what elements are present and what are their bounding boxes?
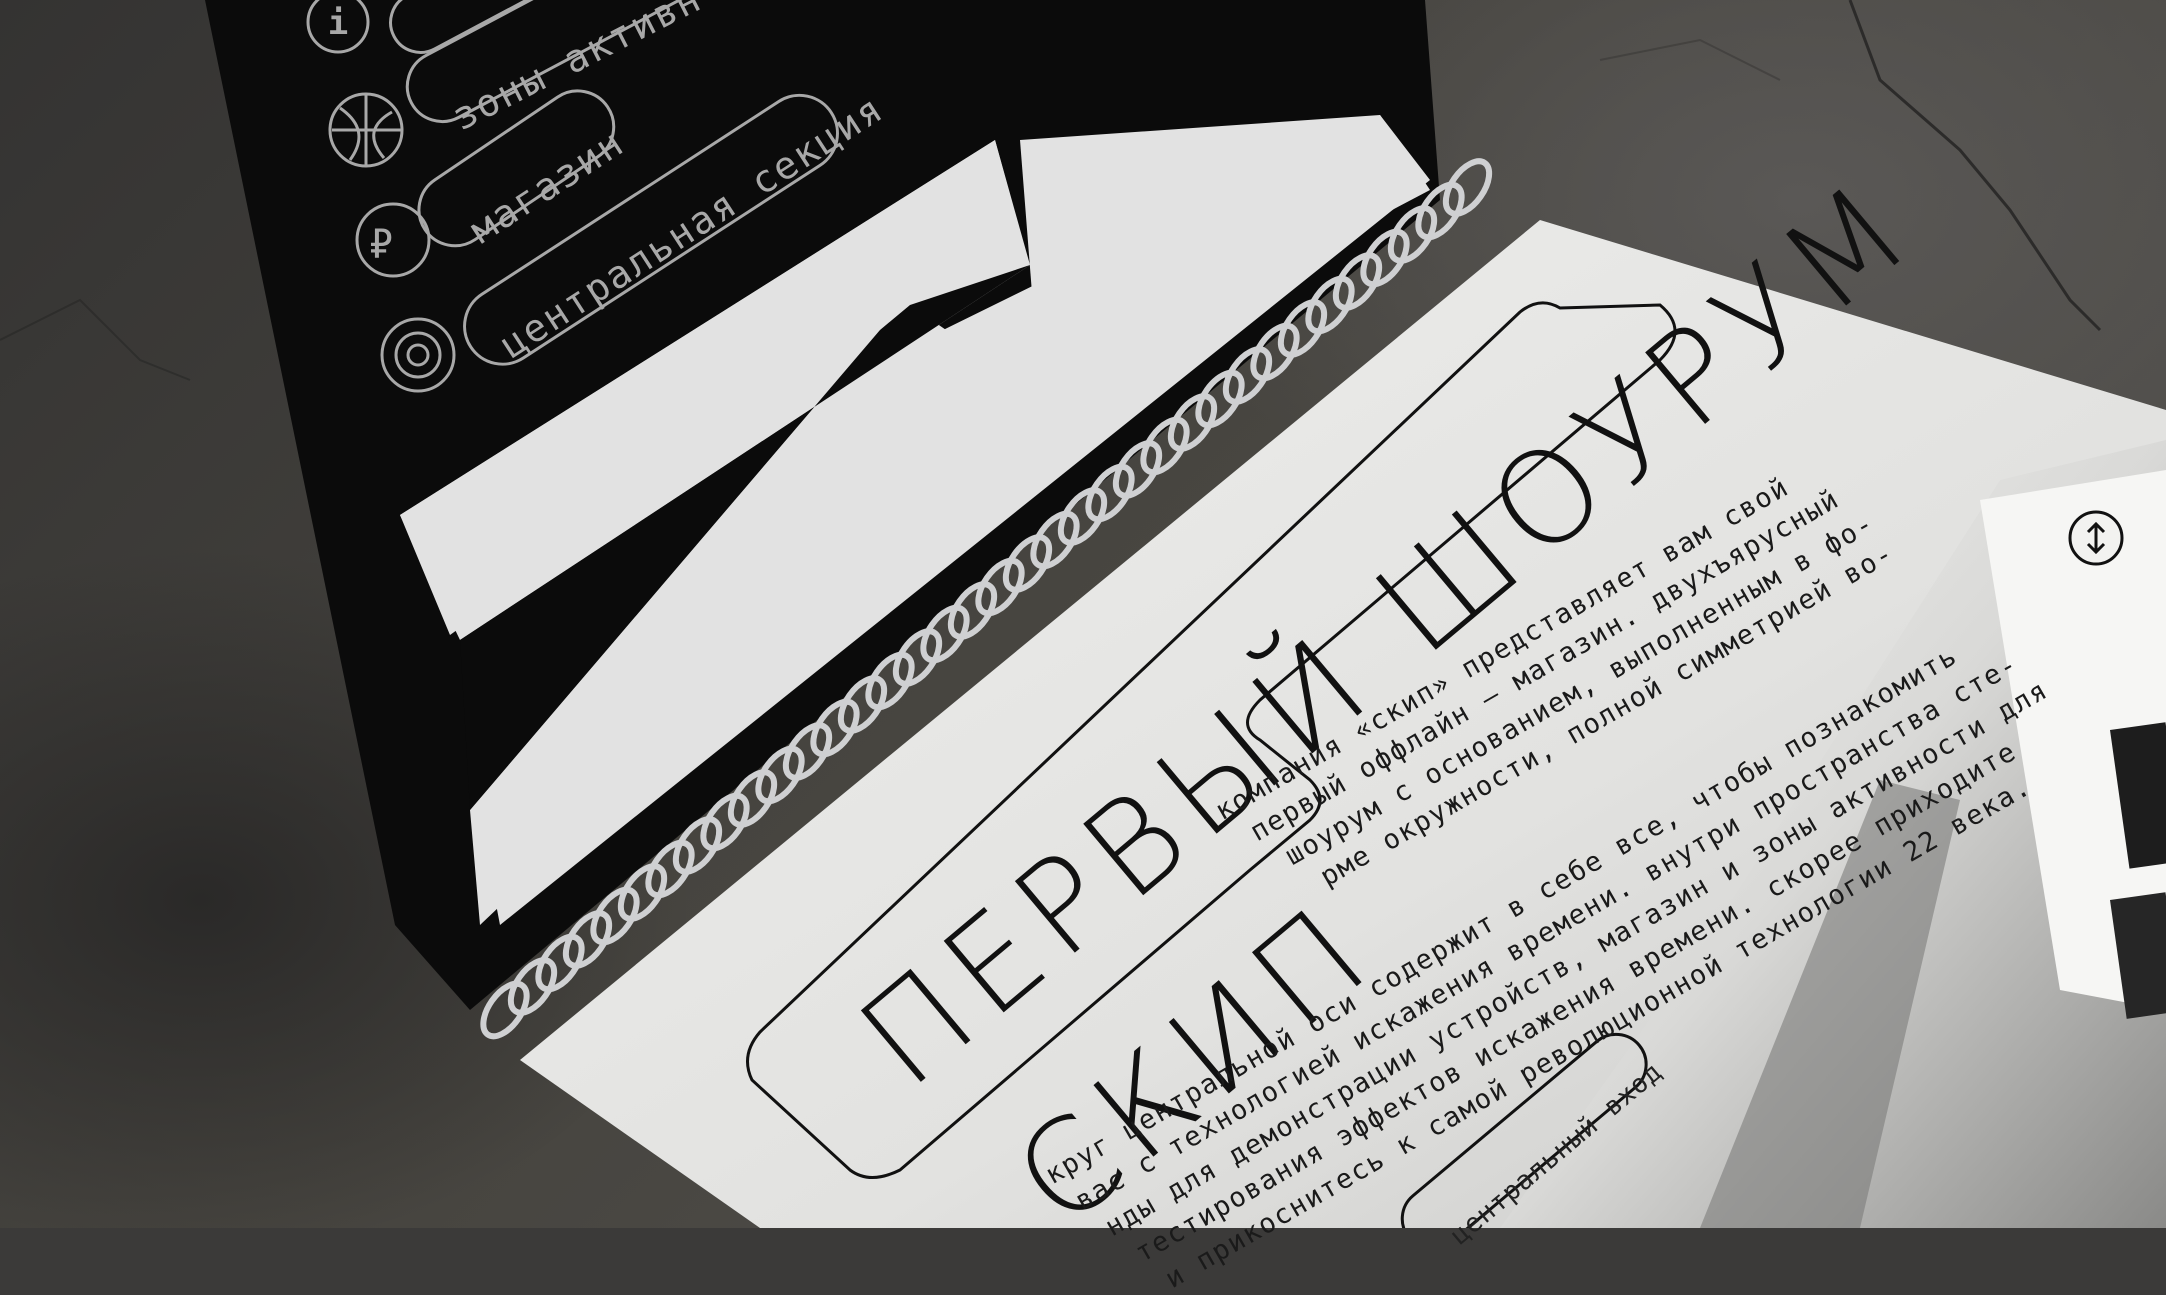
- spiral-coil: [1442, 158, 1493, 217]
- photo-scene: ₽ i зоны активн магазин центральная секц…: [0, 0, 2166, 1295]
